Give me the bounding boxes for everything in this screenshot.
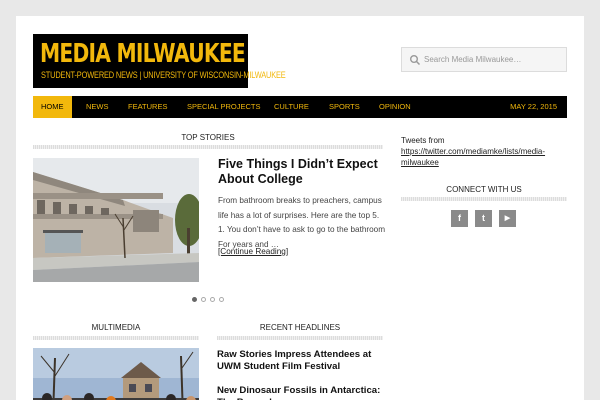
slider-dot-2[interactable]: [201, 297, 206, 302]
nav-item-opinion[interactable]: OPINION: [379, 96, 411, 118]
multimedia-heading: MULTIMEDIA: [91, 323, 141, 332]
top-story-excerpt: From bathroom breaks to preachers, campu…: [218, 196, 386, 249]
nav-item-features[interactable]: FEATURES: [128, 96, 167, 118]
slider-dot-4[interactable]: [219, 297, 224, 302]
section-divider: [33, 145, 383, 149]
nav-item-special-projects[interactable]: SPECIAL PROJECTS: [187, 96, 261, 118]
headline-link[interactable]: New Dinosaur Fossils in Antarctica: The …: [217, 385, 387, 400]
headline-link[interactable]: Raw Stories Impress Attendees at UWM Stu…: [217, 349, 387, 373]
nav-item-home[interactable]: HOME: [33, 96, 72, 118]
top-story-image[interactable]: [33, 158, 199, 282]
tweets-link[interactable]: https://twitter.com/mediamke/lists/media…: [401, 147, 545, 167]
multimedia-image[interactable]: [33, 348, 199, 400]
facebook-icon[interactable]: f: [451, 210, 468, 227]
tweets-label: Tweets from: [401, 136, 445, 145]
recent-headlines-heading: RECENT HEADLINES: [259, 323, 341, 332]
page: MEDIA MILWAUKEE STUDENT-POWERED NEWS | U…: [16, 16, 584, 400]
site-title: MEDIA MILWAUKEE: [40, 39, 246, 69]
site-tagline: STUDENT-POWERED NEWS | UNIVERSITY OF WIS…: [41, 70, 286, 81]
nav-item-culture[interactable]: CULTURE: [274, 96, 309, 118]
slider-dot-3[interactable]: [210, 297, 215, 302]
top-story-title[interactable]: Five Things I Didn’t Expect About Colleg…: [218, 157, 393, 187]
nav-item-news[interactable]: NEWS: [86, 96, 109, 118]
search-icon: [410, 55, 421, 66]
section-divider: [33, 336, 199, 340]
slider-dot-1[interactable]: [192, 297, 197, 302]
youtube-icon[interactable]: ▶: [499, 210, 516, 227]
site-logo[interactable]: MEDIA MILWAUKEE STUDENT-POWERED NEWS | U…: [33, 34, 286, 88]
twitter-widget: Tweets from https://twitter.com/mediamke…: [401, 135, 561, 168]
section-divider: [217, 336, 383, 340]
main-nav: HOME NEWS FEATURES SPECIAL PROJECTS CULT…: [33, 96, 567, 118]
twitter-icon[interactable]: t: [475, 210, 492, 227]
nav-item-sports[interactable]: SPORTS: [329, 96, 360, 118]
top-stories-heading: TOP STORIES: [181, 133, 235, 142]
nav-date: MAY 22, 2015: [510, 102, 557, 111]
section-divider: [401, 197, 567, 201]
connect-heading: CONNECT WITH US: [446, 185, 522, 194]
continue-reading-link[interactable]: [Continue Reading]: [218, 247, 288, 256]
search-box[interactable]: [401, 47, 567, 72]
search-input[interactable]: [424, 48, 564, 71]
